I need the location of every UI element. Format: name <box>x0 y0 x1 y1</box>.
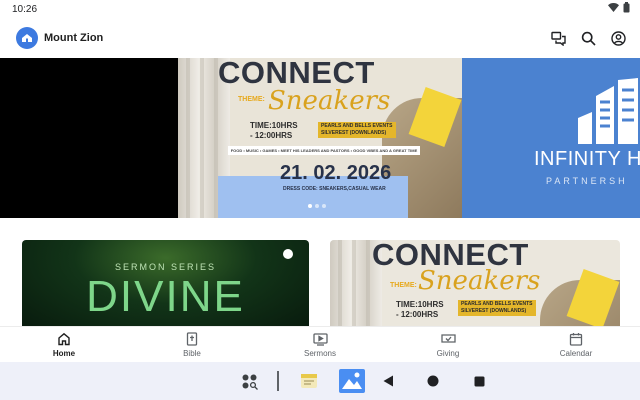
account-icon[interactable] <box>610 30 626 46</box>
poster-venue: PEARLS AND BELLS EVENTS SILVEREST (DOWNL… <box>318 122 396 138</box>
carousel-slide-infinity-house[interactable]: INFINITY HO PARTNERSH <box>462 58 640 218</box>
app-screen: 10:26 Mount Zion CONNECT THEME: Sneakers… <box>0 0 640 400</box>
card-venue: PEARLS AND BELLS EVENTS SILVEREST (DOWNL… <box>458 300 536 316</box>
bottom-navigation: Home Bible Sermons Giving Calendar <box>0 326 640 362</box>
card-time-start: 10HRS <box>417 300 444 309</box>
church-badge-icon <box>283 249 293 259</box>
card-time-end: - 12:00HRS <box>396 310 439 319</box>
status-time: 10:26 <box>12 3 38 15</box>
search-icon[interactable] <box>580 30 596 46</box>
nav-label-giving: Giving <box>436 349 460 358</box>
calendar-icon <box>568 331 584 347</box>
card-time: TIME:10HRS - 12:00HRS <box>396 300 444 320</box>
carousel-slide-connect-poster[interactable]: CONNECT THEME: Sneakers TIME:10HRS - 12:… <box>178 58 462 218</box>
wifi-icon <box>608 3 619 15</box>
nav-label-home: Home <box>52 349 76 358</box>
poster-theme: Sneakers <box>268 86 391 116</box>
building-logo-icon <box>578 78 638 144</box>
sermon-series-title: DIVINE <box>86 272 245 321</box>
back-icon[interactable] <box>382 375 394 387</box>
poster-theme-label: THEME: <box>238 96 265 103</box>
carousel-dot-active[interactable] <box>308 204 312 208</box>
sermon-series-card[interactable]: SERMON SERIES DIVINE <box>22 240 309 326</box>
nav-item-sermons[interactable]: Sermons <box>256 327 384 362</box>
nav-item-home[interactable]: Home <box>0 327 128 362</box>
app-bar: Mount Zion <box>0 18 640 58</box>
content-cards: SERMON SERIES DIVINE CONNECT THEME: Snea… <box>0 218 640 326</box>
carousel-slide-previous[interactable] <box>0 58 178 218</box>
carousel-indicator <box>308 204 326 208</box>
hero-carousel[interactable]: CONNECT THEME: Sneakers TIME:10HRS - 12:… <box>0 58 640 218</box>
carousel-dot[interactable] <box>315 204 319 208</box>
card-theme-label: THEME: <box>390 282 417 289</box>
nav-item-giving[interactable]: Giving <box>384 327 512 362</box>
home-icon <box>56 331 72 347</box>
poster-date: 21. 02. 2026 <box>280 162 392 184</box>
sermons-icon <box>312 331 328 347</box>
status-icons <box>608 2 630 16</box>
connect-event-card[interactable]: CONNECT THEME: Sneakers TIME:10HRS - 12:… <box>330 240 620 326</box>
nav-item-calendar[interactable]: Calendar <box>512 327 640 362</box>
home-circle-icon[interactable] <box>427 375 439 387</box>
nav-label-sermons: Sermons <box>303 349 336 358</box>
poster-venue-line1: PEARLS AND BELLS EVENTS <box>321 123 393 129</box>
gallery-app-icon[interactable] <box>339 369 365 393</box>
status-bar: 10:26 <box>0 0 640 18</box>
sermon-series-label: SERMON SERIES <box>114 262 216 272</box>
card-venue-line2: SILVEREST (DOWNLANDS) <box>461 308 527 314</box>
nav-item-bible[interactable]: Bible <box>128 327 256 362</box>
chat-icon[interactable] <box>550 30 566 46</box>
nav-label-calendar: Calendar <box>559 349 593 358</box>
church-logo-icon[interactable] <box>16 27 38 49</box>
card-theme: Sneakers <box>418 266 541 296</box>
battery-icon <box>623 2 630 16</box>
infinity-title: INFINITY HO <box>534 148 640 170</box>
carousel-dot[interactable] <box>322 204 326 208</box>
poster-time-start: 10HRS <box>271 121 298 130</box>
infinity-subtitle: PARTNERSH <box>546 176 628 186</box>
poster-time-end: - 12:00HRS <box>250 131 293 140</box>
poster-venue-line2: SILVEREST (DOWNLANDS) <box>321 130 387 136</box>
poster-headline: CONNECT <box>218 58 375 90</box>
poster-dress-code: DRESS CODE: SNEAKERS,CASUAL WEAR <box>283 186 386 192</box>
app-title: Mount Zion <box>44 32 104 44</box>
poster-time: TIME:10HRS - 12:00HRS <box>250 121 298 141</box>
recents-icon[interactable] <box>473 375 485 387</box>
taskbar-divider <box>277 371 279 391</box>
bible-icon <box>184 331 200 347</box>
card-venue-line1: PEARLS AND BELLS EVENTS <box>461 301 533 307</box>
notes-app-icon[interactable] <box>300 372 318 390</box>
nav-label-bible: Bible <box>183 349 201 358</box>
app-bar-actions <box>550 30 626 46</box>
app-drawer-icon[interactable] <box>240 372 260 392</box>
system-navigation-bar <box>0 362 640 400</box>
giving-icon <box>440 331 456 347</box>
poster-ribbon: FOOD • MUSIC • GAMES • MEET HIS LEADERS … <box>228 146 420 155</box>
poster-time-label: TIME: <box>250 121 272 130</box>
card-time-label: TIME: <box>396 300 418 309</box>
